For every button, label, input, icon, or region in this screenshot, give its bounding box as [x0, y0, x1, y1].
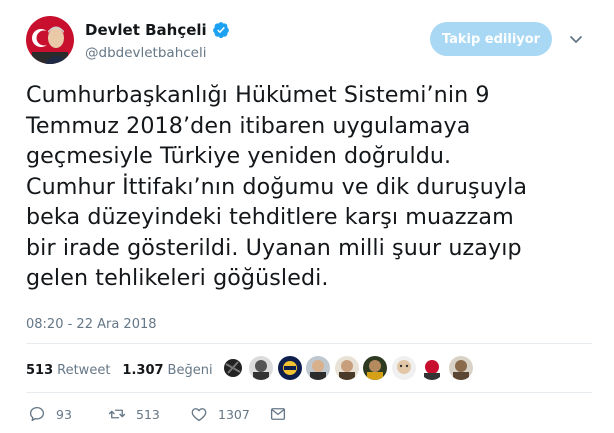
tweet-text-line: geçmesiyle Türkiye yeniden doğruldu. — [26, 143, 452, 169]
retweet-button[interactable]: 513 — [108, 403, 160, 425]
tweet-text-line: beka düzeyindeki tehditlere karşı muazza… — [26, 204, 514, 230]
direct-message-button[interactable] — [269, 403, 297, 425]
engagement-stats: 513 Retweet 1.307 Beğeni — [26, 358, 213, 382]
retweet-stat-label: Retweet — [57, 362, 111, 378]
author-name[interactable]: Devlet Bahçeli — [85, 21, 207, 39]
verified-badge-icon — [212, 22, 229, 39]
tweet-text-line: bir irade gösterildi. Uyanan milli şuur … — [26, 234, 522, 261]
chevron-down-icon[interactable] — [568, 31, 584, 47]
heart-icon — [191, 408, 207, 422]
liker-avatar[interactable] — [363, 356, 387, 380]
divider — [26, 343, 592, 344]
reply-icon — [29, 406, 45, 422]
divider — [26, 392, 592, 393]
liker-avatar[interactable] — [249, 356, 273, 380]
reply-button[interactable]: 93 — [28, 403, 72, 425]
tweet-text-line: Temmuz 2018’den itibaren uygulamaya — [26, 112, 471, 139]
retweet-stat[interactable]: 513 Retweet — [26, 363, 110, 378]
tweet-timestamp[interactable]: 08:20 - 22 Ara 2018 — [26, 317, 157, 332]
like-count: 1307 — [218, 406, 250, 422]
liker-avatar[interactable] — [306, 356, 330, 380]
author-name-row[interactable]: Devlet Bahçeli — [85, 21, 230, 39]
reply-count: 93 — [56, 406, 72, 422]
tweet-text-line: gelen tehlikeleri göğüsledi. — [26, 265, 329, 291]
liker-avatar[interactable] — [335, 356, 359, 380]
retweet-icon — [108, 409, 126, 419]
like-stat-count: 1.307 — [122, 362, 164, 378]
retweet-count: 513 — [136, 406, 160, 422]
tweet-actions: 93 513 1307 — [26, 403, 426, 425]
author-avatar[interactable] — [26, 16, 74, 64]
like-stat-label: Beğeni — [167, 362, 213, 378]
like-button[interactable]: 1307 — [190, 403, 250, 425]
liker-avatar[interactable] — [278, 356, 302, 380]
tweet-text-line: Cumhurbaşkanlığı Hükümet Sistemi’nin 9 — [26, 82, 490, 108]
liker-avatar[interactable] — [420, 356, 444, 380]
following-button[interactable]: Takip ediliyor — [430, 22, 552, 56]
liker-avatar[interactable] — [449, 356, 473, 380]
liker-avatar[interactable] — [221, 356, 245, 380]
like-stat[interactable]: 1.307 Beğeni — [122, 363, 212, 378]
liker-avatar[interactable] — [392, 356, 416, 380]
retweet-stat-count: 513 — [26, 362, 54, 378]
tweet-text-line: Cumhur İttifakı’nın doğumu ve dik duruşu… — [26, 173, 528, 200]
author-handle[interactable]: @dbdevletbahceli — [85, 45, 206, 61]
tweet-text: Cumhurbaşkanlığı Hükümet Sistemi’nin 9 T… — [26, 80, 596, 294]
envelope-icon — [270, 408, 286, 420]
